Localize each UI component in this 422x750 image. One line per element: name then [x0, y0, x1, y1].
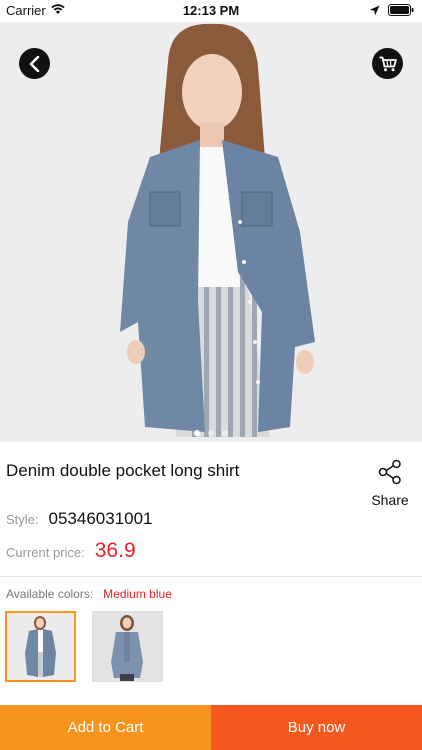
color-swatch-medium-blue[interactable] [5, 611, 76, 682]
cart-button[interactable] [372, 48, 403, 79]
buy-now-button[interactable]: Buy now [211, 705, 422, 750]
location-arrow-icon [369, 3, 380, 21]
battery-icon [388, 3, 414, 21]
price-value: 36.9 [94, 539, 136, 562]
colors-label: Available colors: [6, 587, 94, 601]
swatch-thumbnail-image [93, 612, 162, 681]
bottom-action-bar: Add to Cart Buy now [0, 705, 422, 750]
carousel-dot[interactable] [208, 430, 214, 436]
add-to-cart-button[interactable]: Add to Cart [0, 705, 211, 750]
style-row: Style: 05346031001 [6, 509, 153, 529]
available-colors-row: Available colors: Medium blue [6, 587, 172, 601]
selected-color-name: Medium blue [103, 587, 172, 601]
status-bar: Carrier 12:13 PM [0, 0, 422, 22]
swatch-thumbnail-image [7, 613, 74, 680]
back-button[interactable] [19, 48, 50, 79]
divider [0, 576, 422, 577]
share-button[interactable]: Share [370, 459, 410, 508]
status-time: 12:13 PM [182, 3, 240, 18]
price-label: Current price: [6, 545, 85, 560]
carousel-dot[interactable] [194, 430, 200, 436]
carousel-dot[interactable] [222, 430, 228, 436]
product-title: Denim double pocket long shirt [6, 461, 240, 480]
color-swatches [5, 611, 163, 682]
color-swatch-alternate[interactable] [92, 611, 163, 682]
product-photo [0, 22, 422, 442]
product-image-carousel[interactable] [0, 22, 422, 442]
chevron-left-icon [29, 55, 39, 72]
share-label: Share [371, 492, 409, 508]
status-right-group [369, 3, 414, 21]
price-row: Current price: 36.9 [6, 539, 136, 563]
carousel-page-indicator[interactable] [0, 430, 422, 436]
share-icon [378, 459, 401, 485]
style-label: Style: [6, 512, 39, 527]
shopping-cart-icon [379, 56, 397, 71]
style-value: 05346031001 [48, 509, 153, 528]
